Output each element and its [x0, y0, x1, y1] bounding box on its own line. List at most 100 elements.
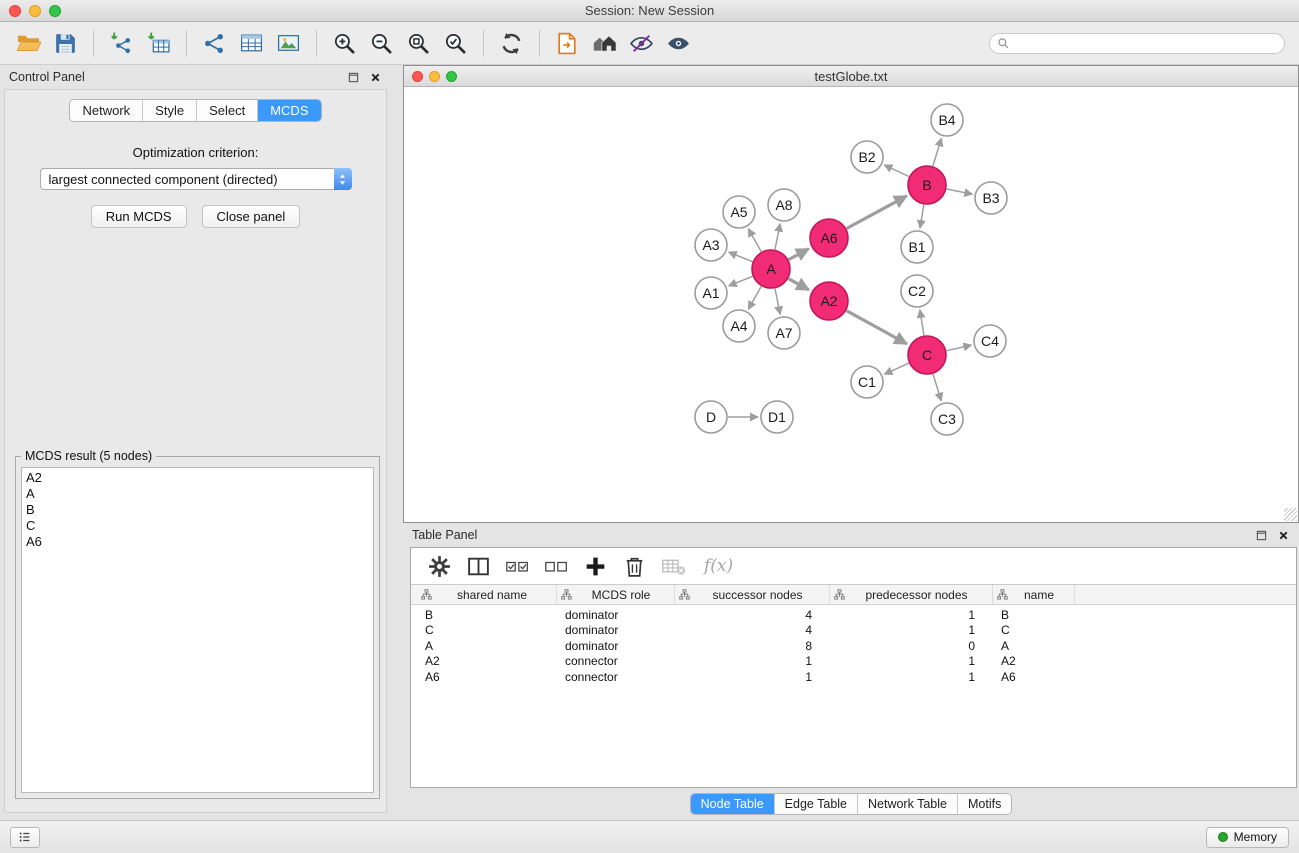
- cell-shared-name[interactable]: C: [417, 623, 557, 637]
- resize-grip[interactable]: [1284, 508, 1297, 521]
- cell-name[interactable]: C: [993, 623, 1075, 637]
- tab-node-table[interactable]: Node Table: [691, 794, 774, 814]
- graph-node-A7[interactable]: A7: [768, 317, 800, 349]
- search-box[interactable]: [989, 33, 1285, 54]
- cell-shared-name[interactable]: B: [417, 608, 557, 622]
- memory-button[interactable]: Memory: [1206, 827, 1289, 848]
- cell-predecessor-nodes[interactable]: 1: [830, 608, 993, 622]
- graph-node-A5[interactable]: A5: [723, 196, 755, 228]
- tab-motifs[interactable]: Motifs: [957, 794, 1011, 814]
- column-header-successor-nodes[interactable]: successor nodes: [675, 585, 830, 604]
- cell-mcds-role[interactable]: dominator: [557, 608, 675, 622]
- graph-node-A1[interactable]: A1: [695, 277, 727, 309]
- tab-style[interactable]: Style: [142, 100, 196, 121]
- hide-graphics-button[interactable]: [623, 25, 660, 61]
- cell-name[interactable]: A: [993, 639, 1075, 653]
- table-row[interactable]: Cdominator41C: [417, 623, 1296, 639]
- tab-select[interactable]: Select: [196, 100, 257, 121]
- graph-node-C1[interactable]: C1: [851, 366, 883, 398]
- cell-predecessor-nodes[interactable]: 0: [830, 639, 993, 653]
- export-page-button[interactable]: [549, 25, 586, 61]
- save-session-button[interactable]: [47, 25, 84, 61]
- columns-button[interactable]: [460, 550, 496, 582]
- cell-shared-name[interactable]: A2: [417, 654, 557, 668]
- run-mcds-button[interactable]: Run MCDS: [91, 205, 187, 228]
- home-button[interactable]: [586, 25, 623, 61]
- graph-node-D[interactable]: D: [695, 401, 727, 433]
- function-builder-button[interactable]: f(x): [704, 556, 733, 576]
- mcds-result-item[interactable]: B: [26, 502, 369, 518]
- graph-node-A6[interactable]: A6: [810, 219, 848, 257]
- minimize-window-button[interactable]: [29, 5, 41, 17]
- import-network-button[interactable]: [103, 25, 140, 61]
- zoom-fit-button[interactable]: [400, 25, 437, 61]
- table-row[interactable]: Bdominator41B: [417, 607, 1296, 623]
- add-button[interactable]: [577, 550, 613, 582]
- close-panel-button[interactable]: Close panel: [202, 205, 301, 228]
- mcds-result-item[interactable]: A: [26, 486, 369, 502]
- import-table-button[interactable]: [140, 25, 177, 61]
- graph-node-A[interactable]: A: [752, 250, 790, 288]
- zoom-view-button[interactable]: [446, 71, 457, 82]
- tab-network[interactable]: Network: [70, 100, 142, 121]
- cell-mcds-role[interactable]: dominator: [557, 623, 675, 637]
- close-table-panel-button[interactable]: [1276, 528, 1290, 542]
- new-network-button[interactable]: [196, 25, 233, 61]
- cell-mcds-role[interactable]: connector: [557, 670, 675, 684]
- graph-node-C4[interactable]: C4: [974, 325, 1006, 357]
- graph-node-C3[interactable]: C3: [931, 403, 963, 435]
- refresh-button[interactable]: [493, 25, 530, 61]
- column-header-predecessor-nodes[interactable]: predecessor nodes: [830, 585, 993, 604]
- table-row[interactable]: A6connector11A6: [417, 669, 1296, 685]
- tab-network-table[interactable]: Network Table: [857, 794, 957, 814]
- zoom-in-button[interactable]: [326, 25, 363, 61]
- search-input[interactable]: [1014, 36, 1277, 50]
- graph-node-B3[interactable]: B3: [975, 182, 1007, 214]
- graph-node-B4[interactable]: B4: [931, 104, 963, 136]
- mcds-result-item[interactable]: A6: [26, 534, 369, 550]
- select-all-button[interactable]: [499, 550, 535, 582]
- cell-successor-nodes[interactable]: 1: [675, 670, 830, 684]
- node-table-body[interactable]: Bdominator41BCdominator41CAdominator80AA…: [411, 605, 1296, 787]
- cell-name[interactable]: A2: [993, 654, 1075, 668]
- graph-node-A2[interactable]: A2: [810, 282, 848, 320]
- cell-successor-nodes[interactable]: 4: [675, 623, 830, 637]
- close-control-panel-button[interactable]: [368, 70, 382, 84]
- mcds-result-item[interactable]: C: [26, 518, 369, 534]
- column-header-name[interactable]: name: [993, 585, 1075, 604]
- zoom-selected-button[interactable]: [437, 25, 474, 61]
- minimize-view-button[interactable]: [429, 71, 440, 82]
- optimization-criterion-select[interactable]: largest connected component (directed): [40, 168, 352, 190]
- column-header-mcds-role[interactable]: MCDS role: [557, 585, 675, 604]
- cell-predecessor-nodes[interactable]: 1: [830, 670, 993, 684]
- deselect-all-button[interactable]: [538, 550, 574, 582]
- column-header-shared-name[interactable]: shared name: [417, 585, 557, 604]
- float-table-panel-button[interactable]: [1254, 528, 1268, 542]
- cell-shared-name[interactable]: A6: [417, 670, 557, 684]
- trash-button[interactable]: [616, 550, 652, 582]
- cell-successor-nodes[interactable]: 8: [675, 639, 830, 653]
- mcds-result-item[interactable]: A2: [26, 470, 369, 486]
- cell-successor-nodes[interactable]: 1: [675, 654, 830, 668]
- mcds-result-list[interactable]: A2ABCA6: [21, 467, 374, 793]
- graph-node-C2[interactable]: C2: [901, 275, 933, 307]
- close-window-button[interactable]: [9, 5, 21, 17]
- cell-name[interactable]: A6: [993, 670, 1075, 684]
- graph-node-B2[interactable]: B2: [851, 141, 883, 173]
- cell-predecessor-nodes[interactable]: 1: [830, 623, 993, 637]
- cell-mcds-role[interactable]: dominator: [557, 639, 675, 653]
- cell-name[interactable]: B: [993, 608, 1075, 622]
- open-session-button[interactable]: [10, 25, 47, 61]
- cell-shared-name[interactable]: A: [417, 639, 557, 653]
- new-table-button[interactable]: [233, 25, 270, 61]
- graph-node-C[interactable]: C: [908, 336, 946, 374]
- cell-predecessor-nodes[interactable]: 1: [830, 654, 993, 668]
- graph-node-D1[interactable]: D1: [761, 401, 793, 433]
- table-row[interactable]: A2connector11A2: [417, 654, 1296, 670]
- close-view-button[interactable]: [412, 71, 423, 82]
- tab-mcds[interactable]: MCDS: [257, 100, 320, 121]
- graph-node-B[interactable]: B: [908, 166, 946, 204]
- zoom-out-button[interactable]: [363, 25, 400, 61]
- graph-node-A3[interactable]: A3: [695, 229, 727, 261]
- cell-successor-nodes[interactable]: 4: [675, 608, 830, 622]
